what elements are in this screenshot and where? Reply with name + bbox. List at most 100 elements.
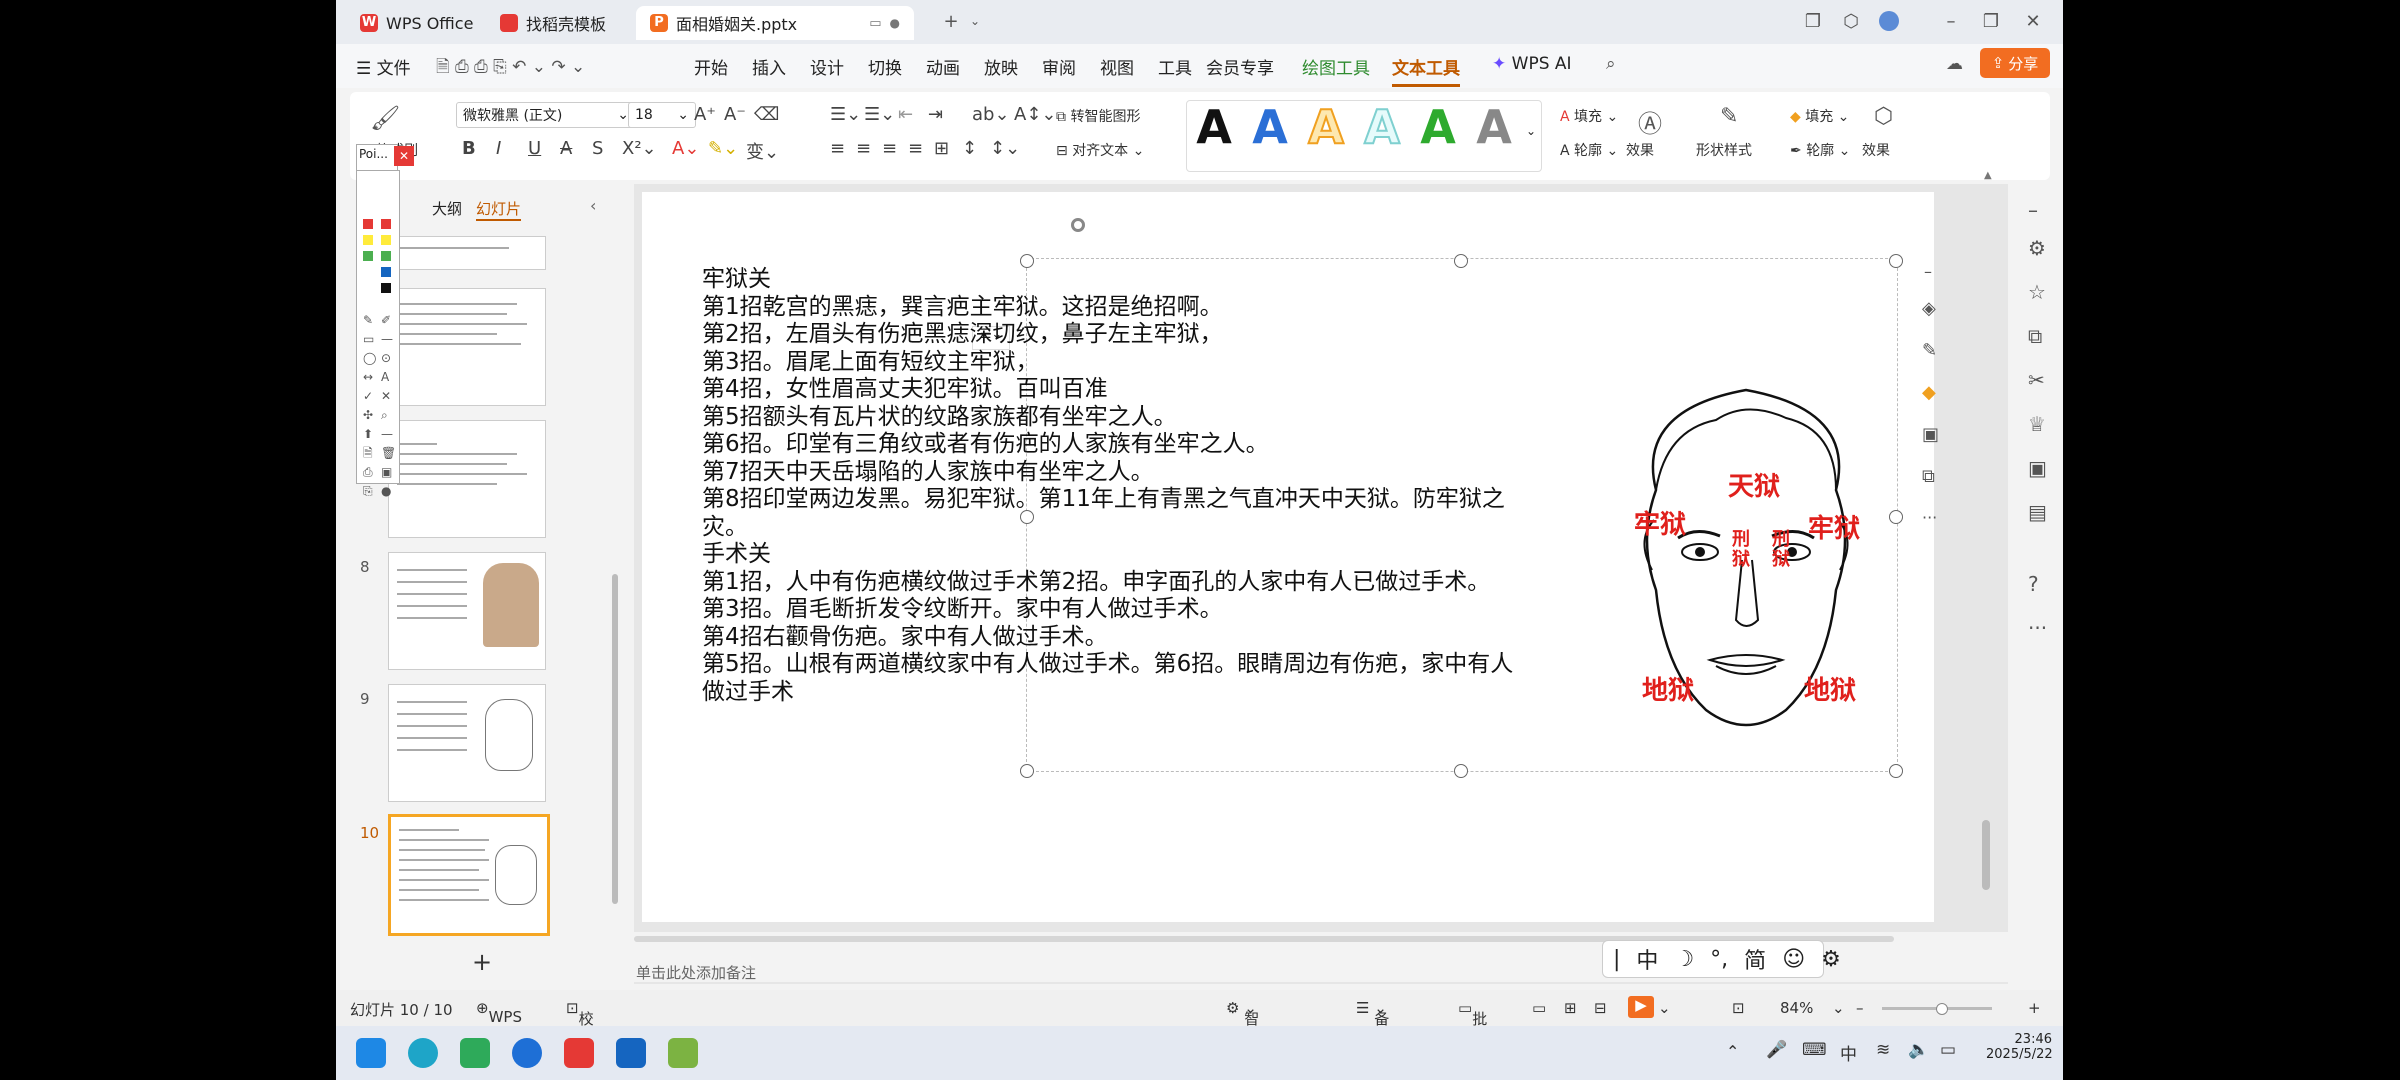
share-button[interactable]: ⇪ 分享 — [1980, 48, 2050, 78]
chevron-down-icon[interactable]: ⌄ — [960, 8, 990, 34]
wordart-style-1[interactable]: A — [1192, 102, 1236, 152]
volume-icon[interactable]: 🔈 — [1908, 1040, 1929, 1060]
window-icon[interactable]: ❐ — [1798, 8, 1828, 34]
slide-thumbnail[interactable] — [388, 552, 546, 670]
smart-shape-button[interactable]: ⧉ 转智能图形 — [1056, 106, 1140, 126]
slide-thumbnail-current[interactable] — [388, 814, 550, 936]
beautify-button[interactable]: ⚙ 智能美化 ⌄ — [1226, 999, 1259, 1080]
char-spacing-icon[interactable]: 变⌄ — [746, 138, 779, 164]
color-swatch-black[interactable] — [381, 283, 391, 293]
superscript-icon[interactable]: X²⌄ — [622, 138, 657, 159]
clock[interactable]: 23:46 2025/5/22 — [1986, 1032, 2053, 1062]
slide-thumbnail[interactable] — [388, 288, 546, 406]
palette-close-icon[interactable]: ✕ — [394, 146, 414, 166]
shape-style-label[interactable]: 形状样式 — [1696, 140, 1752, 160]
edge-icon[interactable] — [408, 1038, 438, 1068]
italic-icon[interactable]: I — [496, 138, 501, 159]
add-slide-button[interactable]: + — [472, 948, 492, 976]
wps-status-button[interactable]: ⊕ WPS — [476, 999, 522, 1026]
more-icon[interactable]: ··· — [2028, 616, 2047, 640]
book-icon[interactable]: ▤ — [2028, 500, 2047, 524]
pen-tools-icon[interactable]: ✐ — ⊙ A ✕ ⌕ — 🗑 ▣ ● — [381, 311, 396, 501]
shape-style-icon[interactable]: ✎ — [1720, 104, 1738, 129]
slide-thumbnail[interactable] — [388, 236, 546, 270]
menu-transition[interactable]: 切换 — [868, 54, 902, 79]
chevron-down-icon[interactable]: ⌄ — [1658, 999, 1671, 1017]
menu-review[interactable]: 审阅 — [1042, 54, 1076, 79]
pen-icon[interactable]: ✎ — [1922, 340, 1937, 361]
indent-icon[interactable]: ⇥ — [928, 104, 943, 125]
more-icon[interactable]: ··· — [1922, 508, 1937, 527]
para-spacing-icon[interactable]: ↕⌄ — [990, 138, 1020, 159]
cube-icon[interactable]: ⬡ — [1836, 8, 1866, 34]
settings-icon[interactable]: ⚙ — [1821, 947, 1841, 972]
zoom-in-icon[interactable]: + — [2028, 999, 2041, 1017]
tray-ime[interactable]: 中 — [1840, 1040, 1857, 1065]
fit-icon[interactable]: ⊡ — [1732, 999, 1745, 1017]
line-spacing-icon[interactable]: ↕ — [962, 138, 977, 159]
collapse-icon[interactable]: ‹ — [590, 196, 596, 215]
chevron-down-icon[interactable]: ⌄ — [1832, 999, 1845, 1017]
normal-view-icon[interactable]: ▭ — [1532, 999, 1546, 1017]
photos-icon[interactable] — [668, 1038, 698, 1068]
gallery-more-icon[interactable]: ⌄ — [1526, 124, 1536, 138]
restore-icon[interactable]: ❐ — [1976, 8, 2006, 34]
search-icon[interactable]: ⌕ — [1606, 54, 1616, 74]
format-painter-icon[interactable]: 🖌 — [370, 104, 400, 132]
slide-text-body[interactable]: 牢狱关 第1招乾宫的黑痣，巽言疤主牢狱。这招是绝招啊。 第2招，左眉头有伤疤黑痣… — [702, 266, 1602, 706]
text-orientation-icon[interactable]: A↕⌄ — [1014, 104, 1056, 125]
windows-start-icon[interactable] — [356, 1038, 386, 1068]
file-menu[interactable]: ☰ 文件 — [356, 54, 411, 79]
menu-text-tools[interactable]: 文本工具 — [1392, 54, 1460, 87]
menu-member[interactable]: 会员专享 — [1206, 54, 1274, 79]
crop-icon[interactable]: ⧉ — [1922, 466, 1935, 487]
color-swatch-red[interactable] — [381, 219, 391, 229]
zoom-level[interactable]: 84% — [1780, 999, 1813, 1017]
font-size-select[interactable]: 18 ⌄ — [628, 102, 696, 128]
notes-placeholder[interactable]: 单击此处添加备注 — [636, 962, 756, 983]
shape-effect-label[interactable]: 效果 — [1862, 140, 1890, 160]
image-icon[interactable]: ▣ — [2028, 456, 2047, 480]
menu-insert[interactable]: 插入 — [752, 54, 786, 79]
font-color-icon[interactable]: A⌄ — [672, 138, 699, 159]
cloud-icon[interactable]: ☁ — [1946, 54, 1963, 74]
tray-chevron-icon[interactable]: ⌃ — [1726, 1042, 1739, 1061]
tab-document[interactable]: P 面相婚姻关.pptx ▭ ● — [636, 6, 914, 40]
color-swatch-green[interactable] — [363, 251, 373, 261]
text-effect-label[interactable]: 效果 — [1626, 140, 1654, 160]
zoom-out-icon[interactable]: – — [1856, 999, 1864, 1017]
vertical-scrollbar[interactable] — [1982, 820, 1990, 890]
text-direction-icon[interactable]: ab⌄ — [972, 104, 1010, 125]
fill-icon[interactable]: ◆ — [1922, 382, 1936, 403]
ime-simplified[interactable]: 简 — [1744, 943, 1766, 975]
slide-thumbnail[interactable] — [388, 420, 546, 538]
shape-effect-icon[interactable]: ⬡ — [1874, 104, 1893, 129]
emoji-icon[interactable]: ☺ — [1782, 947, 1805, 972]
battery-icon[interactable]: ▭ — [1940, 1040, 1956, 1060]
monitor-icon[interactable]: ▭ — [869, 16, 881, 31]
resize-handle[interactable] — [1454, 764, 1468, 778]
zoom-slider-thumb[interactable] — [1936, 1003, 1948, 1015]
resize-handle[interactable] — [1020, 764, 1034, 778]
slide-thumbnail[interactable] — [388, 684, 546, 802]
highlight-icon[interactable]: ✎⌄ — [708, 138, 738, 159]
notes-button[interactable]: ☰ 备注 ⌄ — [1356, 999, 1389, 1049]
wordart-style-4[interactable]: A — [1360, 101, 1404, 153]
bold-icon[interactable]: B — [462, 138, 476, 159]
menu-start[interactable]: 开始 — [694, 54, 728, 79]
wifi-icon[interactable]: ≋ — [1876, 1040, 1890, 1060]
text-fill-button[interactable]: A 填充 ⌄ — [1560, 106, 1618, 126]
text-effect-icon[interactable]: Ⓐ — [1638, 104, 1662, 139]
copy-icon[interactable]: ⧉ — [2028, 324, 2042, 348]
clear-format-icon[interactable]: ⌫ — [754, 104, 779, 125]
justify-icon[interactable]: ≡ — [908, 138, 923, 159]
strike-s-icon[interactable]: S — [592, 138, 603, 159]
comment-button[interactable]: ▭ 批注 — [1458, 999, 1487, 1049]
font-shrink-icon[interactable]: A⁻ — [724, 104, 746, 125]
quick-access-icons[interactable]: 🗎 ⎙ ⎙ ⎘ ↶ ⌄ ↷ ⌄ — [436, 54, 585, 83]
sliders-icon[interactable]: ⚙ — [2028, 236, 2046, 260]
minus-icon[interactable]: – — [2028, 198, 2038, 222]
wordart-style-5[interactable]: A — [1416, 102, 1460, 152]
color-swatch-blue[interactable] — [381, 267, 391, 277]
wordart-style-6[interactable]: A — [1472, 102, 1516, 152]
